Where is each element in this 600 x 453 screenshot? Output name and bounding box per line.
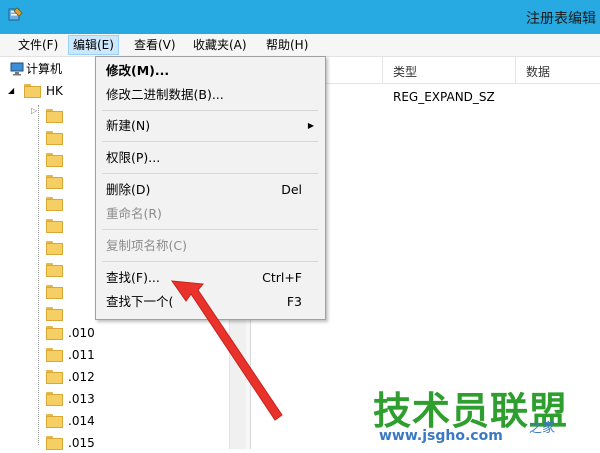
watermark-home-text: 之家	[529, 421, 556, 436]
watermark-url: www.jsgho.com	[379, 428, 503, 444]
site-watermark: 技术员联盟 之家 www.jsgho.com	[371, 380, 600, 449]
